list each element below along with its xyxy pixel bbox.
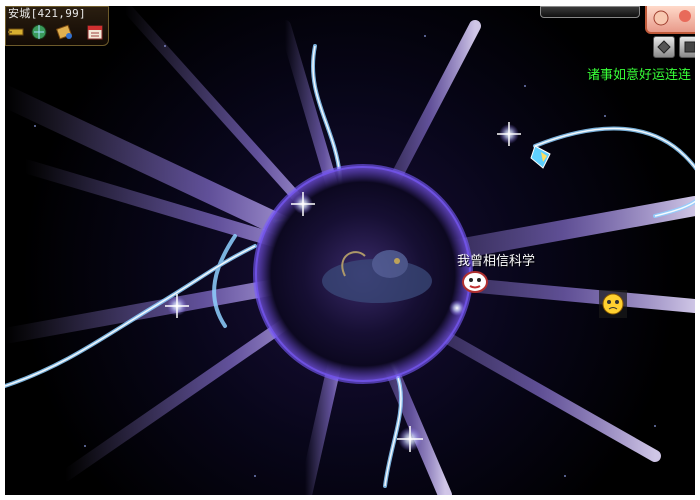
player-name: 我曾相信科学 <box>457 254 536 269</box>
crystal-shard <box>530 145 551 169</box>
game-window: 安城[421,99] 诸事如意好运连连 我曾相信科学 <box>0 0 700 500</box>
cube-button-icon[interactable] <box>679 36 695 58</box>
player-sprite[interactable] <box>460 268 490 294</box>
scroll-icon[interactable] <box>55 23 73 41</box>
calendar-icon[interactable] <box>86 23 104 41</box>
status-strip <box>540 6 640 18</box>
gem-button-icon[interactable] <box>653 36 675 58</box>
sword-icon[interactable] <box>7 23 25 41</box>
location-coordinates: 安城[421,99] <box>8 7 86 20</box>
battle-scene[interactable]: 安城[421,99] 诸事如意好运连连 我曾相信科学 <box>5 6 695 495</box>
location-panel: 安城[421,99] <box>5 6 109 46</box>
avatar[interactable] <box>645 6 695 34</box>
scrolling-message: 诸事如意好运连连 <box>587 68 692 83</box>
emote-face-icon <box>599 290 627 318</box>
globe-icon[interactable] <box>30 23 48 41</box>
